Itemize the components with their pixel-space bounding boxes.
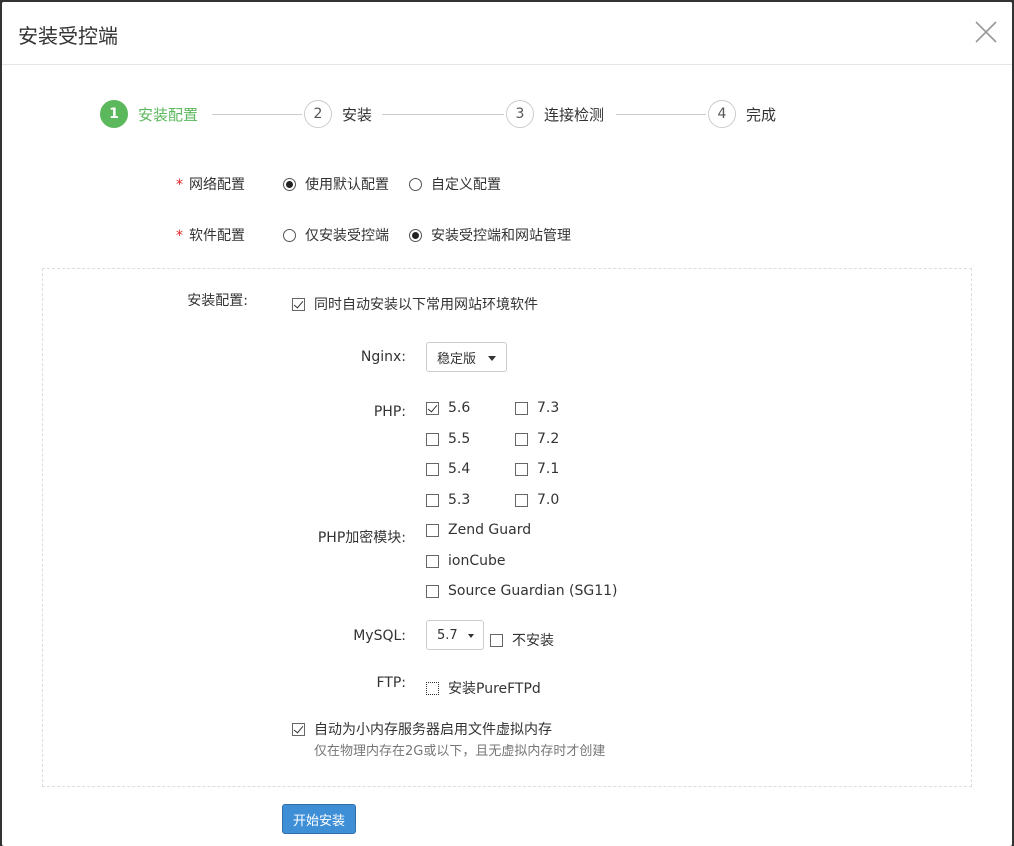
encrypt-module-label: Source Guardian (SG11) (448, 583, 618, 599)
swap-checkbox[interactable] (292, 722, 305, 736)
radio-custom-config[interactable]: 自定义配置 (409, 174, 501, 194)
step-number: 4 (708, 100, 736, 128)
php-version-option[interactable]: 5.5 (426, 431, 470, 447)
step-connector (616, 114, 706, 115)
step-number: 3 (506, 100, 534, 128)
encrypt-module-option[interactable]: ionCube (426, 553, 505, 569)
encrypt-module-checkbox[interactable] (426, 523, 439, 537)
software-config-options: 仅安装受控端 安装受控端和网站管理 (283, 225, 591, 245)
encrypt-module-option[interactable]: Zend Guard (426, 522, 531, 538)
php-version-checkbox[interactable] (515, 401, 528, 415)
step-2: 2 安装 (304, 98, 372, 130)
step-3: 3 连接检测 (506, 98, 604, 130)
encrypt-module-option[interactable]: Source Guardian (SG11) (426, 583, 618, 599)
radio-label: 自定义配置 (431, 177, 501, 193)
radio-dot[interactable] (409, 177, 422, 191)
step-4: 4 完成 (708, 98, 776, 130)
ftp-checkbox[interactable] (426, 681, 439, 695)
php-version-label: 7.1 (537, 461, 560, 477)
php-version-label: 7.3 (537, 400, 560, 416)
auto-install-checkbox[interactable] (292, 297, 305, 311)
php-version-label: 7.2 (537, 431, 560, 447)
php-version-option[interactable]: 7.2 (515, 431, 559, 447)
php-version-option[interactable]: 7.3 (515, 400, 559, 416)
radio-dot[interactable] (283, 177, 296, 191)
required-mark: * (176, 177, 183, 193)
network-config-options: 使用默认配置 自定义配置 (283, 174, 521, 194)
php-version-label: 5.3 (448, 492, 471, 508)
step-label: 连接检测 (544, 105, 605, 124)
nginx-select-value: 稳定版 (437, 351, 477, 367)
radio-label: 仅安装受控端 (305, 228, 389, 244)
network-config-text: 网络配置 (189, 177, 245, 193)
mysql-select-value: 5.7 (437, 627, 458, 643)
radio-label: 使用默认配置 (305, 177, 389, 193)
radio-default-config[interactable]: 使用默认配置 (283, 174, 389, 194)
nginx-label: Nginx: (360, 349, 406, 365)
php-version-checkbox[interactable] (426, 462, 439, 476)
auto-install-label: 同时自动安装以下常用网站环境软件 (314, 297, 538, 313)
radio-dot[interactable] (283, 228, 296, 242)
ftp-label: FTP: (376, 675, 406, 691)
step-label: 安装 (342, 105, 373, 124)
radio-controller-only[interactable]: 仅安装受控端 (283, 225, 389, 245)
mysql-skip-label: 不安装 (512, 633, 554, 649)
php-version-checkbox[interactable] (515, 493, 528, 507)
swap-option[interactable]: 自动为小内存服务器启用文件虚拟内存 (292, 719, 552, 739)
caret-down-icon (468, 634, 474, 638)
step-number: 2 (304, 100, 332, 128)
php-label: PHP: (373, 404, 406, 420)
mysql-label: MySQL: (353, 628, 406, 644)
encrypt-module-label: Zend Guard (448, 522, 532, 538)
step-number: 1 (100, 100, 128, 128)
swap-hint: 仅在物理内存在2G或以下，且无虚拟内存时才创建 (314, 744, 606, 759)
step-connector (382, 114, 504, 115)
ftp-option[interactable]: 安装PureFTPd (426, 678, 541, 698)
encrypt-module-checkbox[interactable] (426, 554, 439, 568)
encrypt-module-label: ionCube (448, 553, 506, 569)
php-version-checkbox[interactable] (426, 432, 439, 446)
ftp-option-label: 安装PureFTPd (448, 681, 541, 697)
mysql-skip-checkbox[interactable] (490, 633, 503, 647)
step-label: 安装配置 (138, 105, 199, 124)
start-install-button[interactable]: 开始安装 (282, 804, 356, 834)
step-label: 完成 (746, 105, 777, 124)
radio-controller-and-site[interactable]: 安装受控端和网站管理 (409, 225, 571, 245)
php-version-option[interactable]: 7.1 (515, 461, 559, 477)
php-version-option[interactable]: 5.6 (426, 400, 470, 416)
nginx-select[interactable]: 稳定版 (426, 342, 507, 372)
php-version-checkbox[interactable] (426, 401, 439, 415)
install-dialog: 安装受控端 1 安装配置 2 安装 3 连接检测 4 完成 * 网络配置 使用默… (2, 2, 1012, 846)
install-config-label: 安装配置: (187, 293, 248, 309)
network-config-label: * 网络配置 (176, 174, 245, 194)
radio-dot[interactable] (409, 228, 422, 242)
php-version-checkbox[interactable] (515, 462, 528, 476)
step-connector (212, 114, 302, 115)
caret-down-icon (488, 356, 496, 361)
php-version-label: 5.5 (448, 431, 471, 447)
php-version-label: 5.6 (448, 400, 471, 416)
auto-install-checkbox-row[interactable]: 同时自动安装以下常用网站环境软件 (292, 294, 538, 314)
php-version-label: 5.4 (448, 461, 471, 477)
encrypt-module-checkbox[interactable] (426, 584, 439, 598)
radio-label: 安装受控端和网站管理 (431, 228, 571, 244)
mysql-skip-option[interactable]: 不安装 (490, 630, 554, 650)
close-icon[interactable] (974, 20, 998, 44)
dialog-title: 安装受控端 (18, 24, 118, 48)
software-config-text: 软件配置 (189, 228, 245, 244)
php-version-option[interactable]: 5.3 (426, 492, 470, 508)
php-version-label: 7.0 (537, 492, 560, 508)
wizard-steps: 1 安装配置 2 安装 3 连接检测 4 完成 (2, 98, 1012, 132)
dialog-header: 安装受控端 (2, 2, 1012, 65)
swap-label: 自动为小内存服务器启用文件虚拟内存 (314, 722, 552, 738)
php-version-checkbox[interactable] (426, 493, 439, 507)
mysql-select[interactable]: 5.7 (426, 620, 484, 650)
php-version-checkbox[interactable] (515, 432, 528, 446)
software-config-label: * 软件配置 (176, 225, 245, 245)
php-version-option[interactable]: 7.0 (515, 492, 559, 508)
step-1: 1 安装配置 (100, 98, 198, 130)
php-encrypt-label: PHP加密模块: (317, 530, 406, 546)
required-mark: * (176, 228, 183, 244)
php-version-option[interactable]: 5.4 (426, 461, 470, 477)
